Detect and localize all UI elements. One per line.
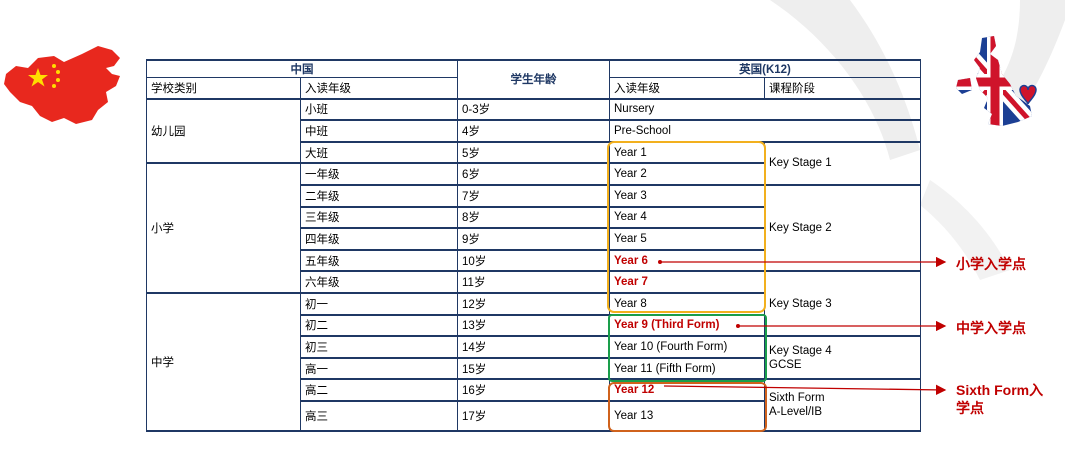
age-cell: 8岁 — [457, 206, 610, 230]
age-cell: 7岁 — [457, 184, 610, 208]
sixth-form-entry-label: Sixth Form入 学点 — [956, 381, 1043, 417]
stage-ks4: Key Stage 4 GCSE — [763, 336, 922, 381]
age-cell: 13岁 — [457, 314, 610, 338]
cn-grade-cell: 初三 — [300, 336, 458, 359]
age-cell: 5岁 — [457, 141, 610, 165]
middle-entry-label: 中学入学点 — [956, 320, 1026, 336]
stage-ks4-line2: GCSE — [769, 358, 802, 371]
uk-map-flag-icon — [956, 36, 1037, 126]
age-cell: 11岁 — [457, 271, 610, 294]
group-kindergarten: 幼儿园 — [146, 98, 301, 165]
cn-grade-cell: 三年级 — [300, 206, 458, 230]
age-cell: 10岁 — [457, 249, 610, 273]
stage-ks2: Key Stage 2 — [763, 184, 922, 273]
age-cell: 6岁 — [457, 163, 610, 186]
age-cell: 0-3岁 — [457, 98, 610, 122]
cn-grade-cell: 二年级 — [300, 184, 458, 208]
subheader-course-stage: 课程阶段 — [763, 77, 922, 100]
header-uk: 英国(K12) — [608, 59, 922, 78]
cn-grade-cell: 高二 — [300, 379, 458, 402]
group-middle: 中学 — [146, 292, 301, 432]
middle-range-box — [608, 314, 767, 382]
age-cell: 9岁 — [457, 228, 610, 251]
sixth-form-entry-line1: Sixth Form入 — [956, 382, 1044, 398]
stage-sixth-line1: Sixth Form — [769, 392, 825, 405]
age-cell: 14岁 — [457, 336, 610, 359]
group-primary: 小学 — [146, 163, 301, 294]
sixth-form-entry-line2: 学点 — [956, 400, 984, 416]
cn-grade-cell: 高一 — [300, 357, 458, 381]
stage-ks3: Key Stage 3 — [763, 271, 922, 338]
cn-grade-cell: 大班 — [300, 141, 458, 165]
cn-grade-cell: 初一 — [300, 292, 458, 316]
education-comparison-table: 中国 学生年龄 英国(K12) 学校类别 入读年级 入读年级 课程阶段 幼儿园 … — [146, 59, 922, 432]
cn-grade-cell: 小班 — [300, 98, 458, 122]
stage-ks4-line1: Key Stage 4 — [769, 344, 832, 357]
stage-ks1: Key Stage 1 — [763, 141, 922, 186]
uk-grade-cell: Pre-School — [608, 120, 922, 143]
primary-range-box — [607, 141, 766, 313]
cn-grade-cell: 一年级 — [300, 163, 458, 186]
cn-grade-cell: 六年级 — [300, 271, 458, 294]
header-china: 中国 — [146, 59, 458, 78]
cn-grade-cell: 五年级 — [300, 249, 458, 273]
cn-grade-cell: 中班 — [300, 120, 458, 143]
stage-sixth-line2: A-Level/IB — [769, 406, 823, 419]
age-cell: 17岁 — [457, 400, 610, 432]
age-cell: 4岁 — [457, 120, 610, 143]
subheader-school-type: 学校类别 — [146, 77, 301, 100]
age-cell: 16岁 — [457, 379, 610, 402]
primary-entry-label: 小学入学点 — [956, 256, 1026, 272]
header-student-age: 学生年龄 — [457, 59, 610, 100]
cn-grade-cell: 四年级 — [300, 228, 458, 251]
sixth-form-range-box — [608, 382, 767, 432]
uk-grade-cell: Nursery — [608, 98, 922, 122]
age-cell: 12岁 — [457, 292, 610, 316]
subheader-uk-grade: 入读年级 — [609, 77, 765, 100]
cn-grade-cell: 高三 — [300, 400, 458, 432]
stage-sixth-form: Sixth Form A-Level/IB — [763, 379, 922, 432]
subheader-grade: 入读年级 — [300, 77, 458, 100]
cn-grade-cell: 初二 — [300, 314, 458, 338]
china-map-flag-icon — [4, 46, 120, 124]
age-cell: 15岁 — [457, 357, 610, 381]
